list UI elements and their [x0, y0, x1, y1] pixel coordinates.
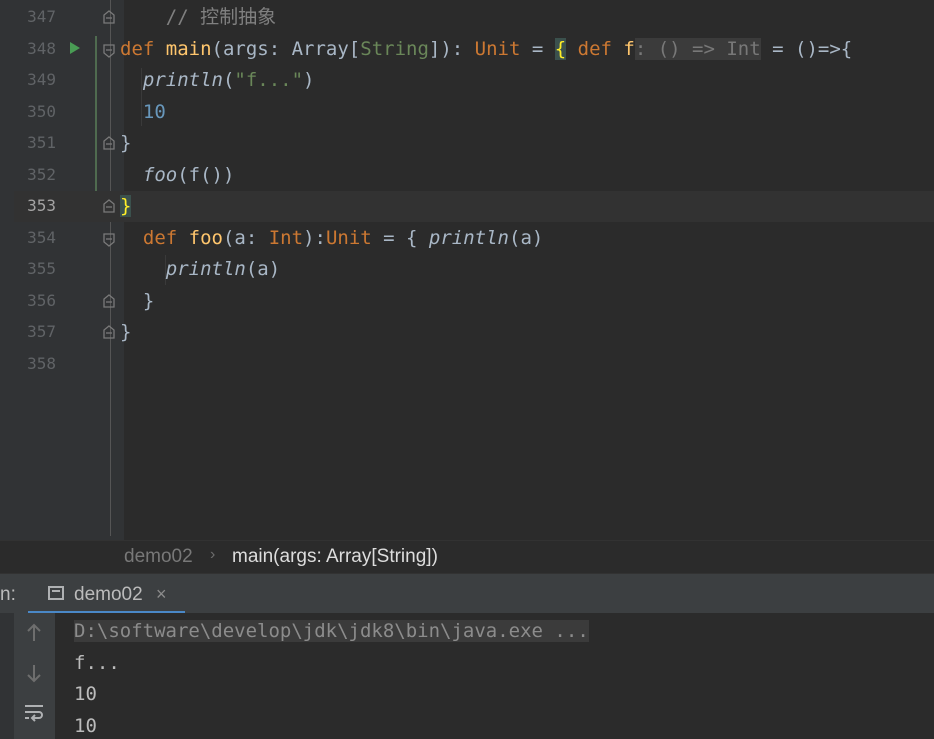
- line-number[interactable]: 357: [14, 321, 56, 343]
- code-token: Unit: [325, 226, 372, 249]
- code-text[interactable]: }: [120, 132, 131, 154]
- code-token: f: [623, 37, 635, 60]
- code-token: foo: [188, 226, 223, 249]
- console-command-line: D:\software\develop\jdk\jdk8\bin\java.ex…: [74, 620, 589, 642]
- run-tool-window-header: n: demo02 ×: [0, 573, 934, 614]
- breadcrumb: demo02 › main(args: Array[String]): [0, 540, 934, 574]
- code-token: (: [222, 69, 235, 91]
- code-text[interactable]: println(a): [120, 258, 280, 280]
- code-line[interactable]: 350 10: [0, 97, 934, 128]
- code-line[interactable]: 347 // 控制抽象: [0, 2, 934, 33]
- fold-marker-icon[interactable]: [103, 325, 115, 340]
- code-text[interactable]: foo(f()): [120, 163, 235, 186]
- code-token: }: [120, 195, 132, 217]
- code-token: ): [303, 69, 315, 91]
- tool-window-label: n:: [0, 584, 16, 605]
- code-token: foo: [120, 163, 178, 186]
- fold-marker-icon[interactable]: [103, 293, 115, 309]
- breadcrumb-item-class[interactable]: demo02: [124, 546, 193, 568]
- code-token: ):: [303, 226, 326, 249]
- code-token: println: [120, 69, 223, 91]
- console-output-line: f...: [74, 652, 120, 674]
- line-number[interactable]: 358: [14, 353, 56, 375]
- code-token: // 控制抽象: [120, 6, 277, 28]
- line-number[interactable]: 350: [14, 101, 56, 123]
- soft-wrap-icon[interactable]: [20, 703, 48, 731]
- line-number[interactable]: 356: [14, 290, 56, 312]
- line-number[interactable]: 347: [14, 6, 56, 28]
- code-text[interactable]: }: [120, 195, 132, 217]
- fold-marker-icon[interactable]: [103, 199, 115, 214]
- code-line[interactable]: 358: [0, 349, 934, 380]
- line-number[interactable]: 355: [14, 258, 56, 280]
- code-token: (f()): [177, 163, 235, 186]
- code-token: =: [520, 37, 555, 60]
- console-output-line: 10: [74, 683, 97, 705]
- line-number[interactable]: 351: [14, 132, 56, 154]
- code-line[interactable]: 353}: [0, 191, 934, 222]
- code-token: def: [120, 226, 189, 249]
- close-icon[interactable]: ×: [156, 584, 167, 605]
- line-number[interactable]: 354: [14, 227, 56, 249]
- fold-marker-icon[interactable]: [103, 232, 115, 247]
- line-number[interactable]: 349: [14, 69, 56, 91]
- tab-demo02[interactable]: demo02 ×: [28, 574, 185, 614]
- code-token: String: [360, 37, 429, 60]
- tool-window-edge: [0, 613, 14, 739]
- code-token: ]):: [428, 37, 475, 60]
- code-token: (a): [245, 258, 281, 280]
- code-line[interactable]: 351}: [0, 128, 934, 159]
- breadcrumb-separator: ›: [210, 546, 216, 563]
- code-token: Int: [268, 226, 304, 249]
- left-tool-strip: [0, 0, 14, 573]
- code-token: : () => Int: [634, 37, 761, 60]
- code-text[interactable]: println("f..."): [120, 69, 315, 91]
- code-token: def: [566, 37, 624, 60]
- code-token: (a): [509, 226, 544, 249]
- breadcrumb-item-method[interactable]: main(args: Array[String]): [232, 546, 438, 568]
- run-console-output[interactable]: D:\software\develop\jdk\jdk8\bin\java.ex…: [56, 613, 934, 739]
- fold-marker-icon[interactable]: [103, 10, 115, 25]
- line-number[interactable]: 352: [14, 164, 56, 186]
- code-token: }: [120, 289, 155, 312]
- fold-marker-icon[interactable]: [103, 136, 115, 151]
- code-token: {: [554, 37, 567, 60]
- code-line[interactable]: 357}: [0, 317, 934, 348]
- code-token: (a:: [222, 226, 269, 249]
- code-line[interactable]: 354 def foo(a: Int):Unit = { println(a): [0, 223, 934, 254]
- code-text[interactable]: 10: [120, 101, 166, 123]
- code-token: main: [165, 37, 212, 60]
- code-line[interactable]: 355 println(a): [0, 254, 934, 285]
- code-token: = ()=>{: [760, 37, 853, 60]
- run-gutter-icon[interactable]: [70, 41, 80, 54]
- code-text[interactable]: def foo(a: Int):Unit = { println(a): [120, 227, 543, 249]
- code-line[interactable]: 356 }: [0, 286, 934, 317]
- code-token: }: [120, 321, 132, 343]
- arrow-down-icon[interactable]: [20, 663, 48, 691]
- code-token: println: [428, 226, 509, 249]
- console-output-line: 10: [74, 715, 97, 737]
- code-line[interactable]: 348 def main(args: Array[String]): Unit =…: [0, 34, 934, 65]
- code-token: = {: [371, 226, 429, 249]
- code-token: (args: Array[: [211, 37, 361, 60]
- code-token: }: [120, 132, 132, 154]
- code-token: println: [120, 258, 246, 280]
- arrow-up-icon[interactable]: [20, 623, 48, 651]
- code-token: Unit: [474, 37, 521, 60]
- fold-marker-icon[interactable]: [103, 43, 115, 58]
- code-text[interactable]: // 控制抽象: [120, 6, 276, 28]
- tab-label: demo02: [74, 584, 143, 605]
- code-token: "f...": [234, 69, 304, 91]
- code-line[interactable]: 352 foo(f()): [0, 160, 934, 191]
- code-token: def: [120, 37, 166, 60]
- line-number[interactable]: 348: [14, 38, 56, 60]
- code-text[interactable]: def main(args: Array[String]): Unit = { …: [120, 37, 853, 60]
- line-number[interactable]: 353: [14, 195, 56, 217]
- code-text[interactable]: }: [120, 290, 154, 312]
- code-editor[interactable]: 347 // 控制抽象 348 def main(args: Array[Strin…: [0, 0, 934, 540]
- console-icon: [48, 586, 64, 600]
- code-line[interactable]: 349 println("f..."): [0, 65, 934, 96]
- code-token: 10: [120, 100, 166, 123]
- code-text[interactable]: }: [120, 321, 131, 343]
